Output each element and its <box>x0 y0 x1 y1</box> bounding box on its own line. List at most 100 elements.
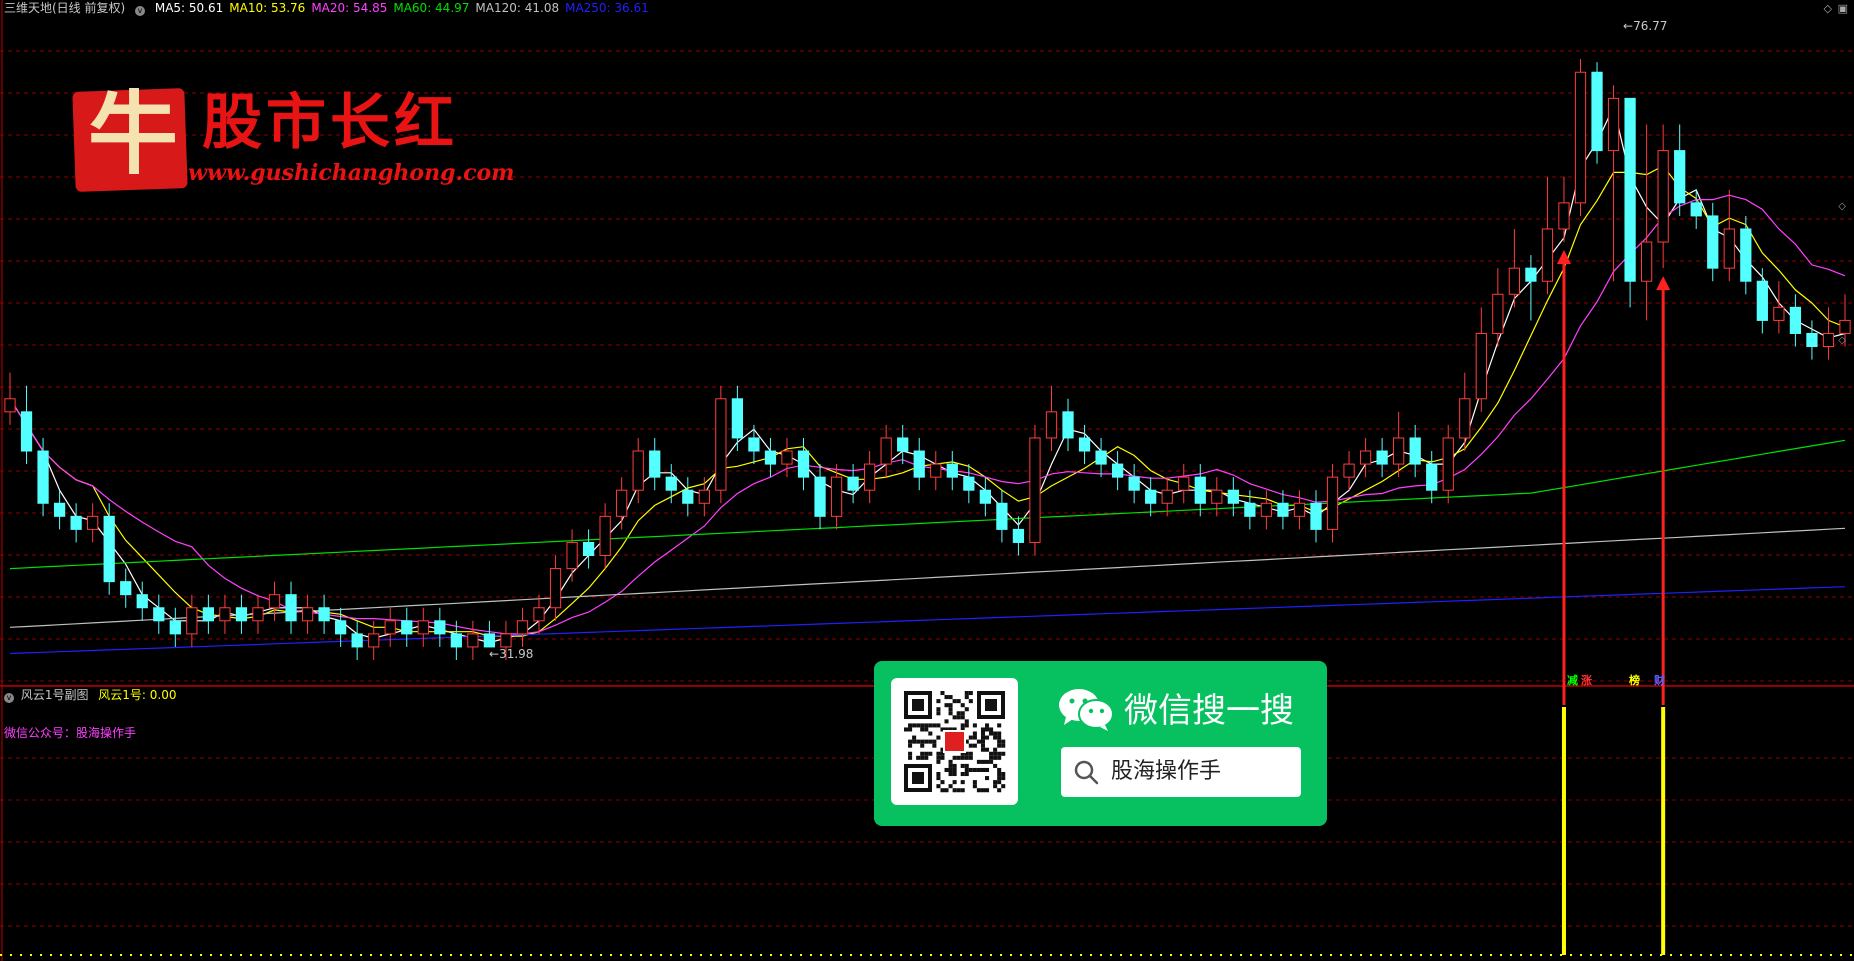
candle <box>1326 464 1339 543</box>
watermark-logo: 牛 股市长红 www.gushichanghong.com <box>66 80 514 200</box>
signal-marker: 涨 <box>1581 674 1592 687</box>
candle <box>930 451 942 491</box>
sub-settings-toggle-icon[interactable]: v <box>4 693 14 703</box>
ma-legend-item: MA5: 50.61 <box>154 1 224 15</box>
candle <box>368 620 380 660</box>
candle <box>1045 385 1058 452</box>
logo-title: 股市长红 <box>202 88 458 158</box>
ma-legend-item: MA10: 53.76 <box>229 1 306 15</box>
wechat-search-title: 微信搜一搜 <box>1124 691 1294 731</box>
candle <box>533 594 545 634</box>
candle <box>1674 124 1686 216</box>
candle <box>1657 124 1669 269</box>
qr-code-icon <box>891 678 1018 805</box>
signal-marker: 财 <box>1654 674 1665 687</box>
candle <box>103 503 115 595</box>
signal-bar <box>1561 707 1566 955</box>
scroll-up-icon[interactable]: ◇ <box>1838 201 1846 212</box>
wechat-search-text: 股海操作手 <box>1111 759 1222 784</box>
signal-bar <box>1661 707 1666 955</box>
candle <box>1624 97 1636 308</box>
candle <box>1078 424 1091 465</box>
candle <box>169 607 181 647</box>
candle <box>566 529 578 582</box>
candle <box>665 464 677 504</box>
settings-toggle-icon[interactable]: v <box>135 6 146 16</box>
candle <box>963 464 975 504</box>
candle <box>748 424 760 465</box>
candle <box>1012 516 1025 556</box>
candle <box>1459 372 1471 452</box>
candle <box>268 581 281 621</box>
candle <box>202 594 215 634</box>
candle <box>1525 255 1537 321</box>
candle <box>4 372 16 425</box>
candle <box>1194 464 1206 517</box>
wechat-search-card: 微信搜一搜 股海操作手 <box>874 661 1327 826</box>
ma250-line <box>9 586 1846 655</box>
ma10-line <box>9 165 1846 637</box>
search-icon <box>1074 760 1099 785</box>
candle <box>946 451 958 491</box>
signal-marker: 减 <box>1567 674 1578 687</box>
wechat-search-box[interactable]: 股海操作手 <box>1061 747 1301 797</box>
ma-legend-item: MA60: 44.97 <box>393 1 470 15</box>
expand-icon[interactable]: ◇ <box>1824 2 1832 15</box>
ma-legend-item: MA250: 36.61 <box>565 1 649 15</box>
buy-signal-arrow <box>1556 250 1571 705</box>
candle <box>1293 490 1306 530</box>
wechat-account-label: 微信公众号：股海操作手 <box>4 726 137 740</box>
candle <box>1128 464 1140 504</box>
candle <box>649 437 661 491</box>
candle <box>417 607 429 647</box>
candle <box>1607 85 1620 282</box>
candle <box>1740 215 1752 295</box>
candle <box>1227 477 1239 517</box>
candle <box>516 607 529 647</box>
candle <box>1426 451 1438 504</box>
candle <box>1822 307 1835 360</box>
candle <box>384 607 396 647</box>
candle <box>219 594 231 634</box>
window-icon[interactable]: ▣ <box>1838 2 1848 15</box>
candle <box>401 607 413 647</box>
ma-legend-item: MA20: 54.85 <box>311 1 388 15</box>
candle <box>715 385 727 504</box>
candle <box>37 437 49 517</box>
logo-url: www.gushichanghong.com <box>188 160 515 186</box>
candle <box>1541 176 1554 295</box>
ma-legend: MA5: 50.61 MA10: 53.76 MA20: 54.85 MA60: 44… <box>155 1 655 15</box>
candle <box>698 477 710 517</box>
candle <box>897 424 909 465</box>
candle <box>285 581 297 634</box>
candle <box>318 594 330 634</box>
signal-marker: 榜 <box>1629 674 1640 687</box>
candle <box>351 620 363 660</box>
candle <box>731 385 744 452</box>
stock-title: 三维天地(日线 前复权) <box>4 1 126 15</box>
candle <box>764 437 777 478</box>
candle <box>483 620 496 648</box>
high-price-value: 76.77 <box>1633 19 1668 33</box>
candle <box>1475 307 1487 412</box>
main-chart-header: 三维天地(日线 前复权) v MA5: 50.61 MA10: 53.76 MA20… <box>4 1 661 16</box>
candle <box>1211 477 1223 517</box>
sub-chart-pane <box>1556 250 1671 955</box>
candle <box>979 477 991 517</box>
candle <box>549 555 562 621</box>
scroll-down-icon[interactable]: ◇ <box>1838 335 1846 346</box>
candle <box>467 620 479 660</box>
candle <box>1145 477 1157 517</box>
low-price-label: ←31.98 <box>489 647 534 661</box>
candle <box>1029 424 1041 556</box>
candle <box>70 503 82 543</box>
sub-chart-title: 风云1号副图 <box>20 688 89 702</box>
candle <box>616 477 628 530</box>
candle <box>582 529 595 569</box>
candle <box>1393 411 1405 478</box>
candle <box>996 490 1008 543</box>
candle <box>864 451 876 504</box>
candle <box>1723 189 1735 282</box>
candle <box>1492 268 1504 347</box>
candle <box>1756 268 1768 334</box>
